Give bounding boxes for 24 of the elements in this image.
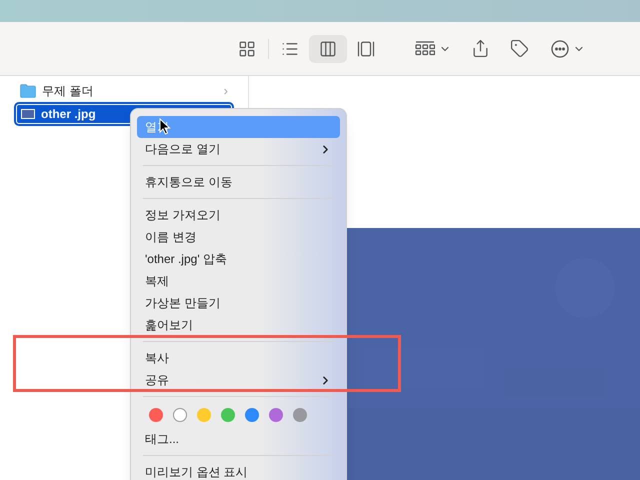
view-button[interactable]: [309, 34, 347, 62]
grid-icon: [238, 40, 256, 58]
more-icon: [551, 40, 569, 58]
file-name: 무제 폴더: [42, 83, 94, 100]
menu-item[interactable]: 공유: [137, 369, 340, 391]
menu-item[interactable]: 태그...: [137, 428, 340, 450]
menu-item[interactable]: 미리보기 옵션 표시: [137, 461, 340, 480]
menu-item[interactable]: 복제: [137, 270, 340, 292]
columns-icon: [319, 40, 337, 58]
group-icon: [415, 40, 435, 56]
file-name: other .jpg: [41, 106, 96, 123]
menu-item[interactable]: 다음으로 열기: [137, 138, 340, 160]
file-row[interactable]: 무제 폴더 ›: [16, 81, 232, 101]
folder-icon: [20, 84, 36, 98]
gallery-icon: [357, 40, 375, 58]
menu-item[interactable]: 휴지통으로 이동: [137, 171, 340, 193]
image-file-icon: [21, 109, 35, 119]
disclosure-arrow: ›: [224, 82, 228, 100]
menu-item[interactable]: 가상본 만들기: [137, 292, 340, 314]
menu-item[interactable]: 정보 가져오기: [137, 204, 340, 226]
menu-item[interactable]: 'other .jpg' 압축: [137, 248, 340, 270]
menu-item[interactable]: 훑어보기: [137, 314, 340, 336]
menu-item[interactable]: 복사: [137, 347, 340, 369]
menu-item[interactable]: 이름 변경: [137, 226, 340, 248]
